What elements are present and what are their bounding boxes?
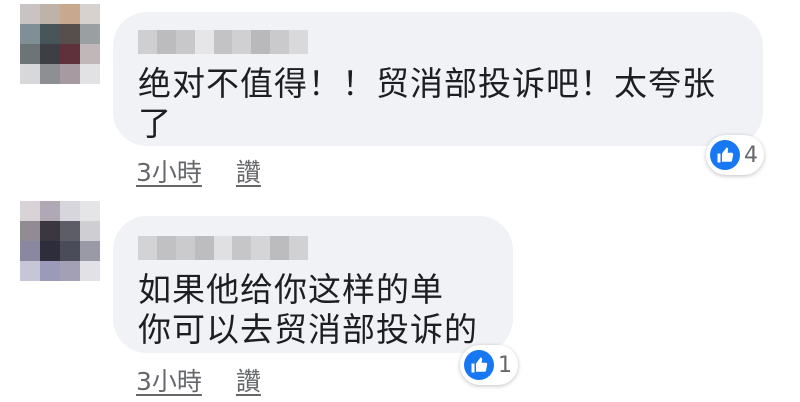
avatar-pixel <box>80 64 100 84</box>
comment-bubble: 如果他给你这样的单 你可以去贸消部投诉的 <box>113 216 513 353</box>
name-blur-block <box>232 30 252 54</box>
avatar-pixel <box>60 64 80 84</box>
name-blur-block <box>156 30 176 54</box>
name-blur-block <box>289 236 308 260</box>
name-blur-block <box>213 30 233 54</box>
avatar-pixel <box>20 201 40 221</box>
avatar-pixel <box>80 201 100 221</box>
name-blur-block <box>270 30 289 54</box>
name-blur-block <box>289 30 308 54</box>
avatar-pixel <box>60 221 80 241</box>
commenter-name-blurred[interactable] <box>138 236 308 260</box>
name-blur-block <box>156 236 176 260</box>
comment-bubble: 绝对不值得！！贸消部投诉吧！太夸张 了 <box>113 12 763 146</box>
avatar-pixel <box>40 201 60 221</box>
avatar-pixel <box>20 4 40 24</box>
like-action-link[interactable]: 讚 <box>236 153 261 189</box>
avatar-pixel <box>20 64 40 84</box>
avatar-pixel <box>60 261 80 281</box>
name-blur-block <box>213 236 233 260</box>
timestamp-link[interactable]: 3小時 <box>136 362 202 398</box>
avatar-pixel <box>60 201 80 221</box>
timestamp-link[interactable]: 3小時 <box>136 153 202 189</box>
reaction-summary[interactable]: 1 <box>460 345 518 385</box>
avatar-pixel <box>60 24 80 44</box>
avatar-pixel <box>40 4 60 24</box>
name-blur-block <box>251 30 271 54</box>
like-icon <box>710 140 740 170</box>
comment-text: 绝对不值得！！贸消部投诉吧！太夸张 了 <box>138 64 716 143</box>
name-blur-block <box>270 236 289 260</box>
avatar[interactable] <box>20 4 100 84</box>
avatar[interactable] <box>20 201 100 281</box>
comment-meta: 3小時 讚 <box>136 153 261 189</box>
avatar-pixel <box>60 4 80 24</box>
avatar-pixel <box>80 241 100 261</box>
avatar-pixel <box>20 241 40 261</box>
avatar-pixel <box>60 44 80 64</box>
avatar-pixel <box>20 261 40 281</box>
like-action-link[interactable]: 讚 <box>236 362 261 398</box>
avatar-pixel <box>60 241 80 261</box>
avatar-pixel <box>40 24 60 44</box>
like-icon <box>464 350 494 380</box>
reaction-count: 1 <box>498 352 512 378</box>
reaction-summary[interactable]: 4 <box>706 135 764 175</box>
name-blur-block <box>194 30 214 54</box>
avatar-pixel <box>20 24 40 44</box>
name-blur-block <box>194 236 214 260</box>
reaction-count: 4 <box>744 142 758 168</box>
comment-meta: 3小時 讚 <box>136 362 261 398</box>
name-blur-block <box>138 236 157 260</box>
avatar-pixel <box>80 261 100 281</box>
avatar-pixel <box>40 221 60 241</box>
avatar-pixel <box>40 44 60 64</box>
avatar-pixel <box>20 221 40 241</box>
name-blur-block <box>232 236 252 260</box>
name-blur-block <box>175 236 195 260</box>
avatar-pixel <box>80 221 100 241</box>
commenter-name-blurred[interactable] <box>138 30 308 54</box>
name-blur-block <box>175 30 195 54</box>
name-blur-block <box>251 236 271 260</box>
avatar-pixel <box>40 241 60 261</box>
avatar-pixel <box>40 261 60 281</box>
comment-text: 如果他给你这样的单 你可以去贸消部投诉的 <box>138 270 478 349</box>
avatar-pixel <box>20 44 40 64</box>
avatar-pixel <box>80 24 100 44</box>
name-blur-block <box>138 30 157 54</box>
avatar-pixel <box>40 64 60 84</box>
avatar-pixel <box>80 44 100 64</box>
avatar-pixel <box>80 4 100 24</box>
